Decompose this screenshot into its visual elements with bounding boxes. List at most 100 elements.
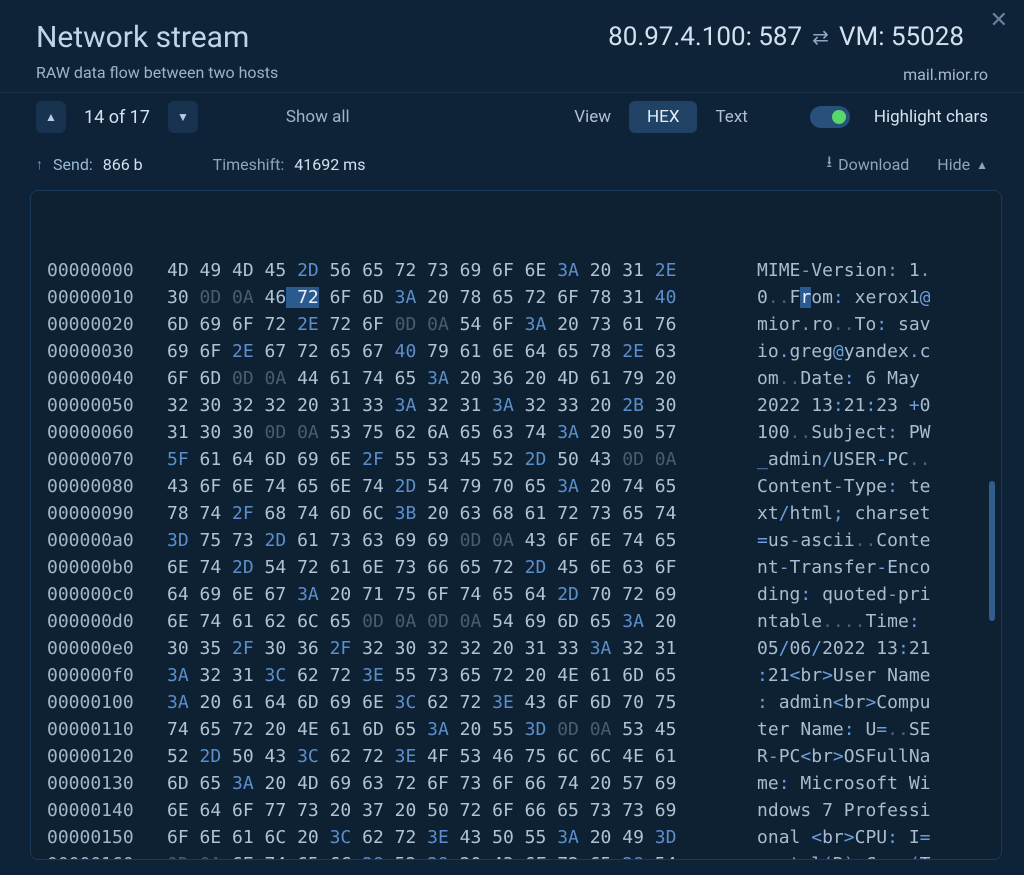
hide-label: Hide xyxy=(937,155,970,174)
hex-row: 0000008043 6F 6E 74 65 6E 74 2D 54 79 70… xyxy=(47,473,985,500)
hostname-label: mail.mior.ro xyxy=(903,65,988,84)
hex-offset: 00000060 xyxy=(47,419,167,446)
hex-offset: 00000040 xyxy=(47,365,167,392)
hex-bytes: 5F 61 64 6D 69 6E 2F 55 53 45 52 2D 50 4… xyxy=(167,446,757,473)
hex-offset: 00000150 xyxy=(47,824,167,851)
connection-info: 80.97.4.100: 587 ⇄ VM: 55028 xyxy=(608,22,964,52)
hex-row: 0000009078 74 2F 68 74 6D 6C 3B 20 63 68… xyxy=(47,500,985,527)
hex-bytes: 52 2D 50 43 3C 62 72 3E 4F 53 46 75 6C 6… xyxy=(167,743,757,770)
hex-row: 000001003A 20 61 64 6D 69 6E 3C 62 72 3E… xyxy=(47,689,985,716)
hex-offset: 00000130 xyxy=(47,770,167,797)
hex-offset: 00000090 xyxy=(47,500,167,527)
hex-row: 000000406F 6D 0D 0A 44 61 74 65 3A 20 36… xyxy=(47,365,985,392)
arrow-up-icon: ↑ xyxy=(36,156,43,173)
hex-row: 0000006031 30 30 0D 0A 53 75 62 6A 65 63… xyxy=(47,419,985,446)
hex-row: 000001406E 64 6F 77 73 20 37 20 50 72 6F… xyxy=(47,797,985,824)
hex-row: 000001306D 65 3A 20 4D 69 63 72 6F 73 6F… xyxy=(47,770,985,797)
hex-offset: 00000010 xyxy=(47,284,167,311)
hex-bytes: 74 65 72 20 4E 61 6D 65 3A 20 55 3D 0D 0… xyxy=(167,716,757,743)
hex-ascii: io.greg@yandex.c xyxy=(757,338,931,365)
hex-row: 000000c064 69 6E 67 3A 20 71 75 6F 74 65… xyxy=(47,581,985,608)
page-subtitle: RAW data flow between two hosts xyxy=(36,63,994,82)
hex-bytes: 64 69 6E 67 3A 20 71 75 6F 74 65 64 2D 7… xyxy=(167,581,757,608)
toggle-knob xyxy=(832,110,846,124)
hex-ascii: 05/06/2022 13:21 xyxy=(757,635,931,662)
timeshift-label: Timeshift: xyxy=(213,155,285,174)
hex-bytes: 6E 74 2D 54 72 61 6E 73 66 65 72 2D 45 6… xyxy=(167,554,757,581)
hex-bytes: 6F 6E 61 6C 20 3C 62 72 3E 43 50 55 3A 2… xyxy=(167,824,757,851)
next-stream-button[interactable]: ▼ xyxy=(168,101,198,133)
show-all-button[interactable]: Show all xyxy=(286,107,350,127)
hex-row: 000000e030 35 2F 30 36 2F 32 30 32 32 20… xyxy=(47,635,985,662)
hex-ascii: mior.ro..To: sav xyxy=(757,311,931,338)
hex-ascii: _admin/USER-PC.. xyxy=(757,446,931,473)
scrollbar-thumb[interactable] xyxy=(989,481,995,621)
hex-offset: 00000160 xyxy=(47,851,167,860)
hex-ascii: onal <br>CPU: I= xyxy=(757,824,931,851)
stream-counter: 14 of 17 xyxy=(84,107,150,128)
close-icon[interactable]: ✕ xyxy=(990,10,1008,32)
hex-bytes: 3D 75 73 2D 61 73 63 69 69 0D 0A 43 6F 6… xyxy=(167,527,757,554)
hex-offset: 00000120 xyxy=(47,743,167,770)
view-mode-text[interactable]: Text xyxy=(697,101,765,133)
hex-ascii: me: Microsoft Wi xyxy=(757,770,931,797)
hex-ascii: nt-Transfer-Enco xyxy=(757,554,931,581)
hex-bytes: 6E 74 61 62 6C 65 0D 0A 0D 0A 54 69 6D 6… xyxy=(167,608,757,635)
hex-ascii: xt/html; charset xyxy=(757,500,931,527)
hex-ascii: Content-Type: te xyxy=(757,473,931,500)
hex-row: 0000012052 2D 50 43 3C 62 72 3E 4F 53 46… xyxy=(47,743,985,770)
hex-offset: 00000030 xyxy=(47,338,167,365)
view-mode-view[interactable]: View xyxy=(556,101,629,133)
send-value: 866 b xyxy=(103,155,143,174)
hex-row: 000000b06E 74 2D 54 72 61 6E 73 66 65 72… xyxy=(47,554,985,581)
hex-bytes: 6D 69 6F 72 2E 72 6F 0D 0A 54 6F 3A 20 7… xyxy=(167,311,757,338)
hex-bytes: 3A 32 31 3C 62 72 3E 55 73 65 72 20 4E 6… xyxy=(167,662,757,689)
hex-offset: 000000e0 xyxy=(47,635,167,662)
hex-row: 0000001030 0D 0A 46 72 6F 6D 3A 20 78 65… xyxy=(47,284,985,311)
download-button[interactable]: ⭳ Download xyxy=(826,151,909,178)
remote-endpoint: 80.97.4.100: 587 xyxy=(608,22,802,52)
hex-ascii: ding: quoted-pri xyxy=(757,581,931,608)
hex-viewer[interactable]: 000000004D 49 4D 45 2D 56 65 72 73 69 6F… xyxy=(30,190,1002,860)
hide-button[interactable]: Hide ▲ xyxy=(937,155,988,174)
hex-row: 0000011074 65 72 20 4E 61 6D 65 3A 20 55… xyxy=(47,716,985,743)
swap-horizontal-icon: ⇄ xyxy=(812,25,829,49)
prev-stream-button[interactable]: ▲ xyxy=(36,101,66,133)
hex-ascii: 100..Subject: PW xyxy=(757,419,931,446)
hex-offset: 00000140 xyxy=(47,797,167,824)
hex-ascii: 2022 13:21:23 +0 xyxy=(757,392,931,419)
hex-offset: 00000110 xyxy=(47,716,167,743)
hex-bytes: 4D 49 4D 45 2D 56 65 72 73 69 6F 6E 3A 2… xyxy=(167,257,757,284)
highlight-chars-label: Highlight chars xyxy=(874,107,988,127)
hex-row: 000000705F 61 64 6D 69 6E 2F 55 53 45 52… xyxy=(47,446,985,473)
hex-ascii: ndows 7 Professi xyxy=(757,797,931,824)
view-mode-hex[interactable]: HEX xyxy=(629,101,697,133)
hex-bytes: 3A 20 61 64 6D 69 6E 3C 62 72 3E 43 6F 6… xyxy=(167,689,757,716)
hex-bytes: 78 74 2F 68 74 6D 6C 3B 20 63 68 61 72 7… xyxy=(167,500,757,527)
hex-offset: 000000a0 xyxy=(47,527,167,554)
hex-row: 000000a03D 75 73 2D 61 73 63 69 69 0D 0A… xyxy=(47,527,985,554)
hex-ascii: MIME-Version: 1. xyxy=(757,257,931,284)
hex-bytes: 31 30 30 0D 0A 53 75 62 6A 65 63 74 3A 2… xyxy=(167,419,757,446)
hex-offset: 00000000 xyxy=(47,257,167,284)
hex-bytes: 32 30 32 32 20 31 33 3A 32 31 3A 32 33 2… xyxy=(167,392,757,419)
highlight-chars-toggle[interactable] xyxy=(810,106,850,128)
hex-bytes: 30 35 2F 30 36 2F 32 30 32 32 20 31 33 3… xyxy=(167,635,757,662)
hex-offset: 000000f0 xyxy=(47,662,167,689)
hex-bytes: 6F 6D 0D 0A 44 61 74 65 3A 20 36 20 4D 6… xyxy=(167,365,757,392)
hex-offset: 000000d0 xyxy=(47,608,167,635)
hex-ascii: ..ntel(R) Core(T xyxy=(757,851,931,860)
view-mode-segment: View HEX Text xyxy=(556,101,766,133)
hex-bytes: 43 6F 6E 74 65 6E 74 2D 54 79 70 65 3A 2… xyxy=(167,473,757,500)
hex-offset: 00000050 xyxy=(47,392,167,419)
hex-row: 0000005032 30 32 32 20 31 33 3A 32 31 3A… xyxy=(47,392,985,419)
hex-offset: 000000b0 xyxy=(47,554,167,581)
chevron-up-icon: ▲ xyxy=(976,158,988,172)
hex-ascii: 0..From: xerox1@ xyxy=(757,284,931,311)
hex-ascii: om..Date: 6 May xyxy=(757,365,931,392)
send-label: Send: xyxy=(53,155,93,174)
hex-bytes: 6D 65 3A 20 4D 69 63 72 6F 73 6F 66 74 2… xyxy=(167,770,757,797)
hex-row: 000000206D 69 6F 72 2E 72 6F 0D 0A 54 6F… xyxy=(47,311,985,338)
hex-bytes: 69 6F 2E 67 72 65 67 40 79 61 6E 64 65 7… xyxy=(167,338,757,365)
hex-row: 000000004D 49 4D 45 2D 56 65 72 73 69 6F… xyxy=(47,257,985,284)
